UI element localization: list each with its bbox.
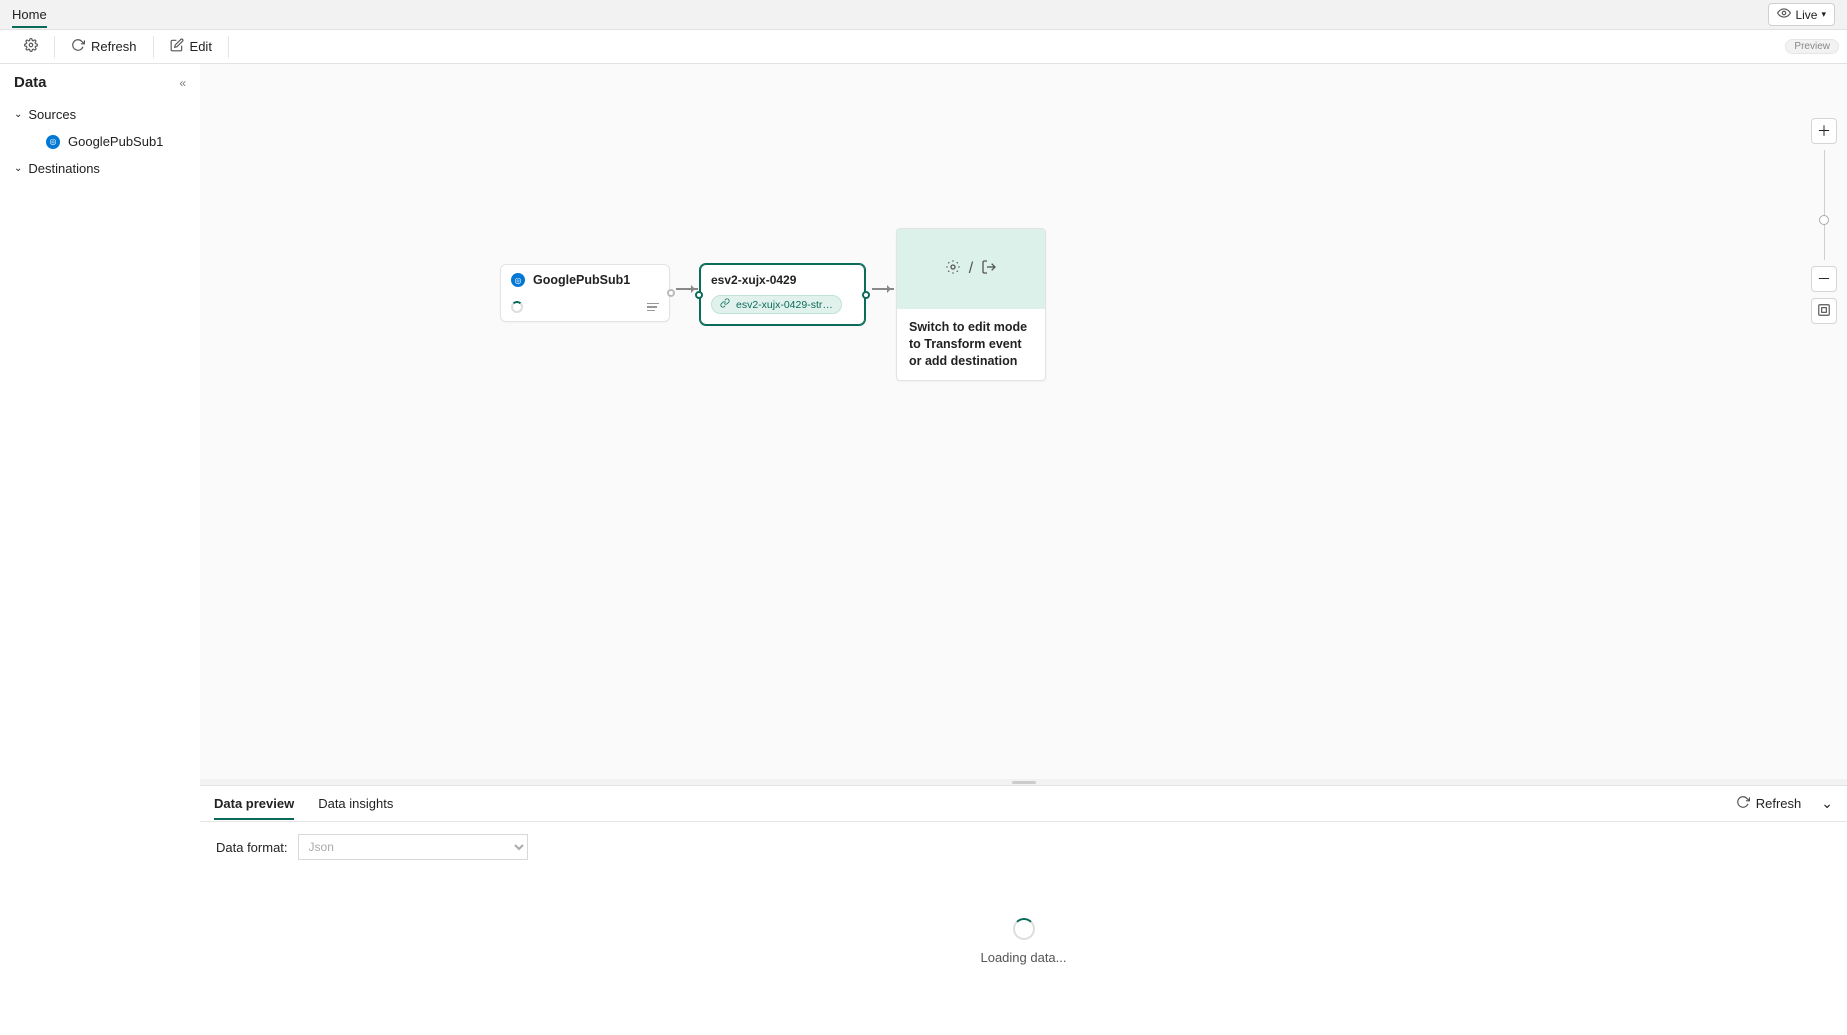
data-format-label: Data format: [216, 840, 288, 855]
stream-badge-label: esv2-xujx-0429-str… [736, 299, 833, 311]
live-label: Live [1795, 8, 1817, 22]
sources-label: Sources [28, 107, 76, 122]
zoom-controls: ＋ － [1811, 118, 1837, 324]
collapse-bottom-pane-button[interactable]: ⌄ [1821, 795, 1833, 812]
zoom-slider[interactable] [1824, 150, 1825, 260]
refresh-button[interactable]: Refresh [65, 34, 143, 59]
output-port[interactable] [862, 291, 870, 299]
connector [872, 288, 894, 290]
tab-data-insights[interactable]: Data insights [318, 787, 393, 820]
refresh-label: Refresh [91, 39, 137, 54]
separator: / [969, 260, 973, 278]
preview-badge: Preview [1785, 39, 1839, 54]
destinations-label: Destinations [28, 161, 100, 176]
refresh-icon [1736, 795, 1750, 812]
sidebar-item-googlepubsub1[interactable]: ◎ GooglePubSub1 [6, 128, 194, 155]
transform-icon [945, 259, 961, 280]
gear-icon [24, 38, 38, 55]
main: Data « ⌄ Sources ◎ GooglePubSub1 ⌄ Desti… [0, 64, 1847, 1035]
zoom-thumb[interactable] [1819, 215, 1829, 225]
chevron-down-icon: ⌄ [1821, 795, 1833, 811]
loading-area: Loading data... [216, 860, 1831, 1023]
link-icon [720, 298, 730, 311]
zoom-in-button[interactable]: ＋ [1811, 118, 1837, 144]
data-format-select[interactable]: Json [298, 834, 528, 860]
chevron-double-left-icon: « [179, 76, 186, 90]
zoom-out-button[interactable]: － [1811, 266, 1837, 292]
chevron-down-icon: ⌄ [14, 163, 22, 174]
chevron-down-icon: ▾ [1821, 9, 1826, 20]
canvas[interactable]: ◎ GooglePubSub1 esv2-xujx-0429 [200, 64, 1847, 779]
bottom-refresh-label: Refresh [1756, 796, 1802, 811]
source-connector-icon: ◎ [511, 273, 525, 287]
canvas-wrap: ◎ GooglePubSub1 esv2-xujx-0429 [200, 64, 1847, 1035]
source-node-title: GooglePubSub1 [533, 273, 630, 287]
loading-text: Loading data... [980, 950, 1066, 965]
input-port[interactable] [695, 291, 703, 299]
stream-node-title: esv2-xujx-0429 [711, 273, 854, 287]
refresh-icon [71, 38, 85, 55]
loading-spinner-icon [1013, 918, 1035, 940]
collapse-sidebar-button[interactable]: « [179, 76, 186, 90]
live-status-button[interactable]: Live ▾ [1768, 3, 1835, 26]
loading-spinner-icon [511, 301, 523, 313]
bottom-refresh-button[interactable]: Refresh [1730, 791, 1808, 816]
tab-home[interactable]: Home [12, 1, 47, 28]
minus-icon: － [1817, 269, 1831, 289]
tab-data-preview[interactable]: Data preview [214, 787, 294, 820]
details-icon [647, 303, 659, 312]
stream-badge[interactable]: esv2-xujx-0429-str… [711, 295, 842, 314]
bottom-pane: Data preview Data insights Refresh ⌄ [200, 785, 1847, 1035]
fit-view-button[interactable] [1811, 298, 1837, 324]
exit-icon [981, 259, 997, 280]
edit-button[interactable]: Edit [164, 34, 218, 59]
plus-icon: ＋ [1817, 121, 1831, 141]
sidebar-title: Data [14, 74, 47, 91]
eye-icon [1777, 6, 1791, 23]
source-connector-icon: ◎ [46, 135, 60, 149]
output-port[interactable] [667, 289, 675, 297]
destinations-section[interactable]: ⌄ Destinations [6, 155, 194, 182]
sidebar: Data « ⌄ Sources ◎ GooglePubSub1 ⌄ Desti… [0, 64, 200, 1035]
connector [676, 288, 698, 290]
sources-section[interactable]: ⌄ Sources [6, 101, 194, 128]
placeholder-text: Switch to edit mode to Transform event o… [897, 309, 1045, 380]
chevron-down-icon: ⌄ [14, 109, 22, 120]
ribbon: Refresh Edit Preview [0, 30, 1847, 64]
sidebar-item-label: GooglePubSub1 [68, 134, 163, 149]
settings-button[interactable] [18, 34, 44, 59]
placeholder-destination-node[interactable]: / Switch to edit mode to Transform event… [896, 228, 1046, 381]
edit-icon [170, 38, 184, 55]
source-node-googlepubsub1[interactable]: ◎ GooglePubSub1 [500, 264, 670, 322]
stream-node[interactable]: esv2-xujx-0429 esv2-xujx-0429-str… [700, 264, 865, 325]
fit-icon [1817, 303, 1831, 320]
top-tabstrip: Home Live ▾ [0, 0, 1847, 30]
splitter-grip[interactable] [1012, 781, 1036, 784]
edit-label: Edit [190, 39, 212, 54]
